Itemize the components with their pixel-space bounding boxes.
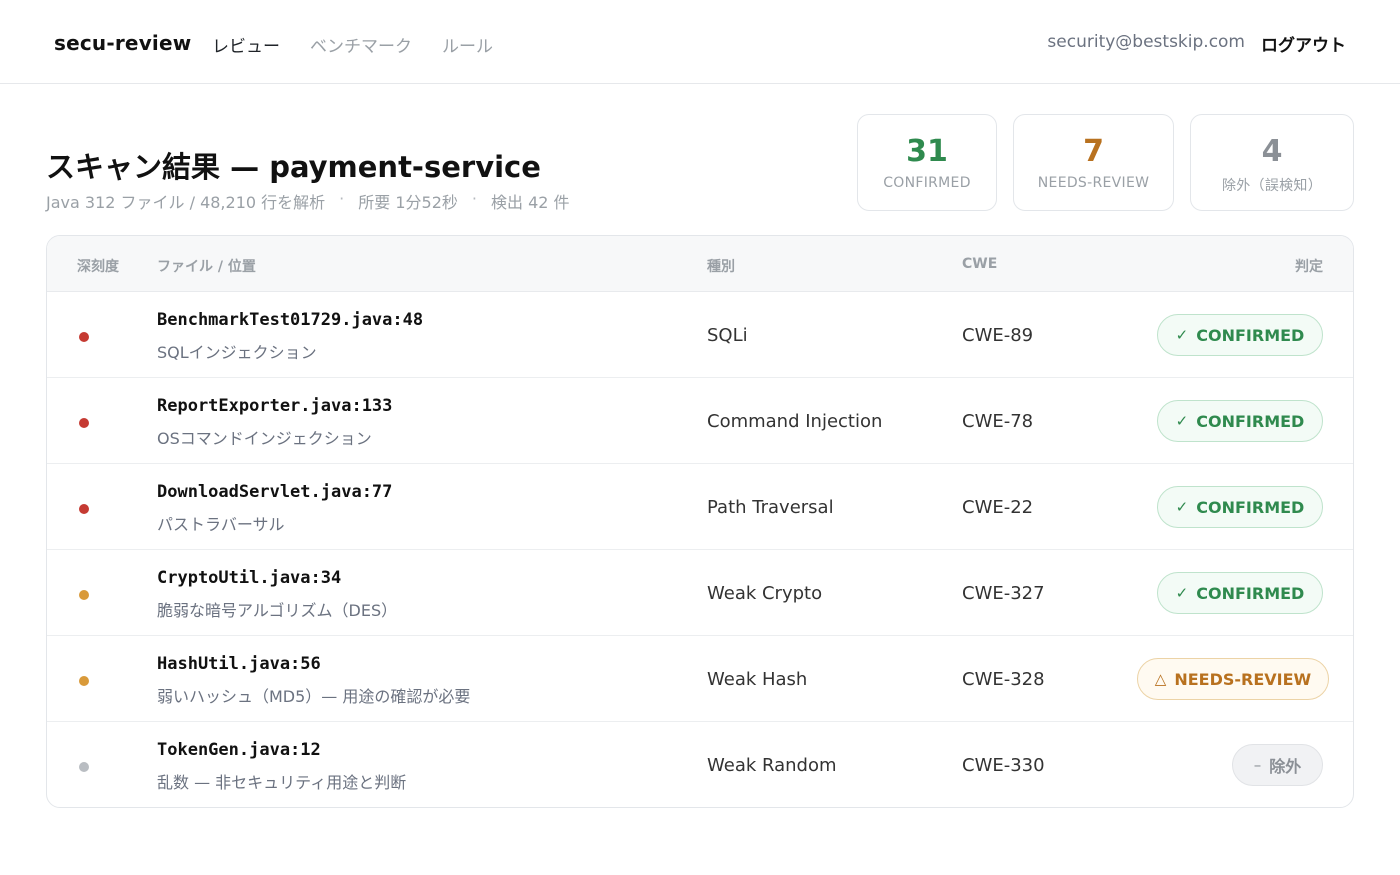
- finding-type: Path Traversal: [707, 497, 834, 518]
- column-severity[interactable]: 深刻度: [77, 256, 119, 276]
- finding-description: 弱いハッシュ（MD5）— 用途の確認が必要: [157, 687, 471, 706]
- stat-confirmed[interactable]: 31 CONFIRMED: [857, 114, 997, 211]
- finding-description: OSコマンドインジェクション: [157, 429, 372, 448]
- verdict-badge[interactable]: ✓ CONFIRMED: [1157, 572, 1323, 614]
- finding-type: SQLi: [707, 325, 748, 346]
- check-icon: ✓: [1175, 584, 1189, 602]
- column-type[interactable]: 種別: [707, 256, 735, 276]
- cwe-id: CWE-327: [962, 583, 1045, 604]
- meta-separator: ·: [471, 189, 477, 208]
- main-nav: レビュー ベンチマーク ルール: [212, 32, 493, 57]
- verdict-label: 除外: [1269, 757, 1302, 776]
- verdict-badge[interactable]: ✓ CONFIRMED: [1157, 486, 1323, 528]
- stats-cards: 31 CONFIRMED 7 NEEDS-REVIEW 4 除外（誤検知）: [857, 114, 1354, 211]
- cwe-id: CWE-22: [962, 497, 1034, 518]
- table-row[interactable]: HashUtil.java:56 弱いハッシュ（MD5）— 用途の確認が必要 W…: [47, 636, 1353, 722]
- finding-type: Command Injection: [707, 411, 883, 432]
- nav-review[interactable]: レビュー: [212, 32, 280, 57]
- table-row[interactable]: TokenGen.java:12 乱数 — 非セキュリティ用途と判断 Weak …: [47, 722, 1353, 807]
- verdict-label: CONFIRMED: [1196, 583, 1305, 603]
- file-location[interactable]: DownloadServlet.java:77: [157, 482, 392, 502]
- cwe-id: CWE-89: [962, 325, 1034, 346]
- finding-description: パストラバーサル: [157, 515, 285, 534]
- stat-excluded-label: 除外（誤検知）: [1221, 178, 1323, 194]
- file-location[interactable]: CryptoUtil.java:34: [157, 568, 341, 588]
- stat-needs-review[interactable]: 7 NEEDS-REVIEW: [1013, 114, 1174, 211]
- finding-type: Weak Random: [707, 755, 837, 776]
- file-location[interactable]: BenchmarkTest01729.java:48: [157, 310, 423, 330]
- stat-excluded[interactable]: 4 除外（誤検知）: [1190, 114, 1354, 211]
- verdict-label: CONFIRMED: [1196, 325, 1305, 345]
- check-icon: ✓: [1175, 412, 1189, 430]
- stat-needs-review-label: NEEDS-REVIEW: [1037, 175, 1150, 191]
- verdict-badge[interactable]: ✓ CONFIRMED: [1157, 400, 1323, 442]
- stat-confirmed-label: CONFIRMED: [883, 175, 971, 191]
- severity-dot: [79, 418, 89, 428]
- stat-confirmed-value: 31: [906, 134, 948, 169]
- nav-benchmark[interactable]: ベンチマーク: [310, 32, 412, 57]
- file-location[interactable]: ReportExporter.java:133: [157, 396, 392, 416]
- brand-logo[interactable]: secu-review: [54, 31, 191, 55]
- column-file[interactable]: ファイル / 位置: [157, 256, 256, 276]
- severity-dot: [79, 504, 89, 514]
- meta-count: 検出 42 件: [490, 193, 570, 212]
- top-bar: secu-review レビュー ベンチマーク ルール security@bes…: [0, 0, 1400, 84]
- table-row[interactable]: DownloadServlet.java:77 パストラバーサル Path Tr…: [47, 464, 1353, 550]
- cwe-id: CWE-330: [962, 755, 1045, 776]
- severity-dot: [79, 590, 89, 600]
- check-icon: ✓: [1175, 498, 1189, 516]
- page-title: スキャン結果 — payment-service: [46, 150, 541, 184]
- verdict-label: NEEDS-REVIEW: [1174, 669, 1312, 689]
- dash-icon: –: [1253, 756, 1262, 774]
- column-cwe[interactable]: CWE: [962, 256, 997, 272]
- severity-dot: [79, 332, 89, 342]
- scan-meta: Java 312 ファイル / 48,210 行を解析 · 所要 1分52秒 ·…: [46, 189, 570, 213]
- verdict-label: CONFIRMED: [1196, 411, 1305, 431]
- meta-duration: 所要 1分52秒: [358, 193, 458, 212]
- check-icon: ✓: [1175, 326, 1189, 344]
- file-location[interactable]: TokenGen.java:12: [157, 740, 321, 760]
- cwe-id: CWE-78: [962, 411, 1034, 432]
- verdict-badge[interactable]: ✓ CONFIRMED: [1157, 314, 1323, 356]
- finding-type: Weak Crypto: [707, 583, 823, 604]
- user-email: security@bestskip.com: [1047, 32, 1245, 52]
- table-row[interactable]: ReportExporter.java:133 OSコマンドインジェクション C…: [47, 378, 1353, 464]
- finding-description: 乱数 — 非セキュリティ用途と判断: [157, 773, 407, 792]
- finding-type: Weak Hash: [707, 669, 808, 690]
- meta-separator: ·: [339, 189, 345, 208]
- stat-needs-review-value: 7: [1083, 134, 1104, 169]
- nav-rules[interactable]: ルール: [442, 32, 493, 57]
- stat-excluded-value: 4: [1261, 134, 1283, 169]
- findings-table: 深刻度 ファイル / 位置 種別 CWE 判定 BenchmarkTest017…: [46, 235, 1354, 808]
- verdict-label: CONFIRMED: [1196, 497, 1305, 517]
- file-location[interactable]: HashUtil.java:56: [157, 654, 321, 674]
- cwe-id: CWE-328: [962, 669, 1045, 690]
- finding-description: 脆弱な暗号アルゴリズム（DES）: [157, 601, 398, 620]
- meta-files: Java 312 ファイル / 48,210 行を解析: [46, 193, 326, 212]
- severity-dot: [79, 676, 89, 686]
- table-row[interactable]: CryptoUtil.java:34 脆弱な暗号アルゴリズム（DES） Weak…: [47, 550, 1353, 636]
- column-verdict[interactable]: 判定: [1295, 256, 1323, 276]
- table-header: 深刻度 ファイル / 位置 種別 CWE 判定: [47, 236, 1353, 292]
- verdict-badge[interactable]: △ NEEDS-REVIEW: [1137, 658, 1329, 700]
- finding-description: SQLインジェクション: [157, 343, 317, 362]
- warning-triangle-icon: △: [1154, 670, 1167, 688]
- verdict-badge[interactable]: – 除外: [1232, 744, 1323, 786]
- severity-dot: [79, 762, 89, 772]
- table-row[interactable]: BenchmarkTest01729.java:48 SQLインジェクション S…: [47, 292, 1353, 378]
- logout-button[interactable]: ログアウト: [1261, 31, 1346, 56]
